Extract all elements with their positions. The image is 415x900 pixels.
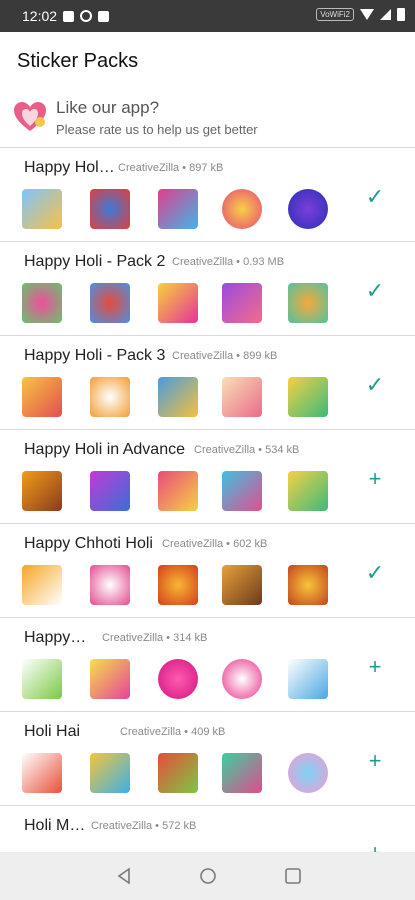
back-icon[interactable] — [114, 866, 134, 886]
sticker-preview-row — [22, 659, 342, 701]
rate-app-prompt[interactable]: Like our app? Please rate us to help us … — [0, 88, 415, 146]
sticker-thumbnail — [288, 753, 328, 793]
home-icon[interactable] — [198, 866, 218, 886]
sticker-thumbnail — [288, 659, 328, 699]
status-left: 12:02 — [22, 8, 110, 24]
sticker-preview-row — [22, 189, 342, 231]
search-app-icon — [80, 10, 93, 22]
add-pack-icon[interactable]: + — [364, 750, 386, 772]
sticker-thumbnail — [22, 283, 62, 323]
add-pack-icon[interactable]: + — [364, 656, 386, 678]
pack-title: Happy… — [24, 629, 87, 646]
sticker-thumbnail — [222, 283, 262, 323]
pack-title: Happy Holi - Pack 3 — [24, 347, 166, 364]
sticker-preview-row — [22, 471, 342, 513]
pack-title: Happy Holi - Pack 2 — [24, 253, 166, 270]
pack-title: Happy Holi in Advance — [24, 441, 185, 458]
sticker-preview-row — [22, 753, 342, 795]
pack-title: Holi M… — [24, 817, 86, 834]
wifi-icon — [360, 9, 374, 20]
sticker-thumbnail — [222, 753, 262, 793]
sticker-thumbnail — [288, 471, 328, 511]
sticker-thumbnail — [288, 565, 328, 605]
sticker-thumbnail — [90, 659, 130, 699]
sticker-thumbnail — [158, 189, 198, 229]
sticker-thumbnail — [158, 283, 198, 323]
sticker-thumbnail — [22, 471, 62, 511]
sticker-thumbnail — [158, 471, 198, 511]
sticker-thumbnail — [90, 189, 130, 229]
sticker-thumbnail — [90, 377, 130, 417]
pack-row-happy-chhoti-holi[interactable]: Happy Chhoti Holi CreativeZilla • 602 kB… — [0, 524, 415, 618]
sticker-thumbnail — [222, 659, 262, 699]
pack-row-happy-holi[interactable]: Happy Hol… CreativeZilla • 897 kB ✓ — [0, 148, 415, 242]
sticker-thumbnail — [288, 189, 328, 229]
image-icon — [98, 10, 110, 22]
sticker-thumbnail — [90, 565, 130, 605]
pack-row-holi-m[interactable]: Holi M… CreativeZilla • 572 kB + — [0, 806, 415, 852]
added-check-icon[interactable]: ✓ — [364, 374, 386, 396]
sticker-preview-row — [22, 377, 342, 419]
rate-title: Like our app? — [56, 98, 160, 117]
sticker-thumbnail — [90, 753, 130, 793]
added-check-icon[interactable]: ✓ — [364, 186, 386, 208]
sticker-thumbnail — [288, 377, 328, 417]
rate-subtitle: Please rate us to help us get better — [56, 122, 258, 137]
sticker-thumbnail — [158, 753, 198, 793]
added-check-icon[interactable]: ✓ — [364, 280, 386, 302]
sticker-thumbnail — [158, 659, 198, 699]
sticker-thumbnail — [90, 283, 130, 323]
pack-meta: CreativeZilla • 534 kB — [194, 444, 300, 456]
status-right: VoWiFi2 — [316, 8, 405, 21]
added-check-icon[interactable]: ✓ — [364, 562, 386, 584]
status-bar: 12:02 VoWiFi2 — [0, 0, 415, 32]
app-bar: Sticker Packs — [0, 32, 415, 88]
signal-icon — [380, 9, 391, 20]
sticker-thumbnail — [22, 189, 62, 229]
sticker-thumbnail — [158, 565, 198, 605]
recents-icon[interactable] — [283, 866, 303, 886]
sticker-thumbnail — [22, 753, 62, 793]
vowifi-badge: VoWiFi2 — [316, 8, 354, 21]
pack-meta: CreativeZilla • 314 kB — [102, 632, 208, 644]
sticker-thumbnail — [288, 283, 328, 323]
pack-row-happy[interactable]: Happy… CreativeZilla • 314 kB + — [0, 618, 415, 712]
add-pack-icon[interactable]: + — [364, 468, 386, 490]
pack-meta: CreativeZilla • 409 kB — [120, 726, 226, 738]
pack-title: Happy Hol… — [24, 159, 115, 176]
sticker-preview-row — [22, 283, 342, 325]
pack-meta: CreativeZilla • 899 kB — [172, 350, 278, 362]
add-pack-icon[interactable]: + — [364, 842, 386, 853]
sticker-thumbnail — [222, 565, 262, 605]
pack-row-happy-holi-pack-2[interactable]: Happy Holi - Pack 2 CreativeZilla • 0.93… — [0, 242, 415, 336]
pack-title: Holi Hai — [24, 723, 81, 740]
sticker-thumbnail — [222, 471, 262, 511]
sticker-thumbnail — [22, 659, 62, 699]
pack-row-holi-hai[interactable]: Holi Hai CreativeZilla • 409 kB + — [0, 712, 415, 806]
pack-row-happy-holi-pack-3[interactable]: Happy Holi - Pack 3 CreativeZilla • 899 … — [0, 336, 415, 430]
pack-meta: CreativeZilla • 602 kB — [162, 538, 268, 550]
sticker-thumbnail — [158, 377, 198, 417]
sticker-thumbnail — [90, 471, 130, 511]
heart-icon — [12, 100, 48, 134]
pack-meta: CreativeZilla • 0.93 MB — [172, 256, 285, 268]
pack-meta: CreativeZilla • 572 kB — [91, 820, 197, 832]
sticker-preview-row — [22, 565, 342, 607]
page-title: Sticker Packs — [17, 50, 139, 72]
message-icon — [63, 10, 75, 22]
battery-icon — [397, 8, 405, 21]
sticker-thumbnail — [22, 377, 62, 417]
sticker-thumbnail — [222, 377, 262, 417]
system-nav-bar — [0, 852, 415, 900]
pack-row-happy-holi-in-advance[interactable]: Happy Holi in Advance CreativeZilla • 53… — [0, 430, 415, 524]
pack-title: Happy Chhoti Holi — [24, 535, 153, 552]
pack-meta: CreativeZilla • 897 kB — [118, 162, 224, 174]
sticker-thumbnail — [222, 189, 262, 229]
status-time: 12:02 — [22, 8, 58, 24]
sticker-thumbnail — [22, 565, 62, 605]
